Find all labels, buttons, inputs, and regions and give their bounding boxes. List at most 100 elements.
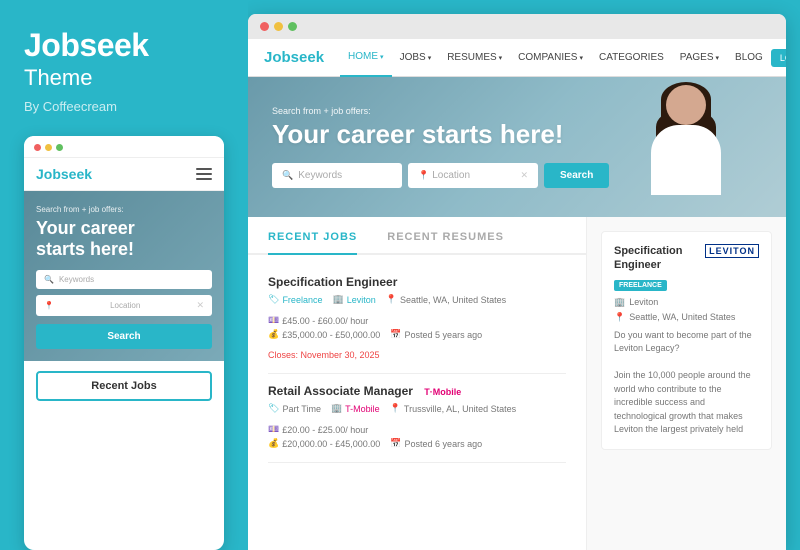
job-2-posted: 📅 Posted 6 years ago [390,438,482,449]
leviton-logo-text: LEVITON [705,244,759,258]
job-2-meta-row-1: 🏷 Part Time 🏢 T-Mobile 📍 Trussville, AL,… [268,403,566,435]
job-posted-icon: 📅 [390,329,401,340]
brand-subtitle: Theme [24,65,224,91]
mobile-nav: Jobseek [24,158,224,191]
job-company-icon: 🏢 [332,294,343,305]
tab-recent-resumes[interactable]: RECENT RESUMES [387,231,504,253]
hamburger-icon[interactable] [196,168,212,180]
nav-link-companies[interactable]: COMPANIES ▾ [510,39,591,77]
site-hero: Search from + job offers: Your career st… [248,77,786,217]
job-1-meta-row-2: 💰 £35,000.00 - £50,000.00 📅 Posted 5 yea… [268,329,566,360]
mobile-nav-brand: Jobseek [36,166,92,182]
job-location-icon: 📍 [386,294,397,305]
job-badge: FREELANCE [614,280,667,291]
site-main: RECENT JOBS RECENT RESUMES Specification… [248,217,786,550]
mobile-topbar [24,136,224,158]
hero-location-placeholder: Location [432,170,470,181]
job-item-2: Retail Associate Manager T·Mobile 🏷 Part… [268,374,566,463]
hero-subtitle: Search from + job offers: [272,106,609,116]
job-2-location: 📍 Trussville, AL, United States [390,403,516,414]
site-nav-brand: Jobseek [264,49,324,66]
mobile-recent-jobs-button[interactable]: Recent Jobs [36,371,212,401]
job-2-meta-row-2: 💰 £20,000.00 - £45,000.00 📅 Posted 6 yea… [268,438,566,449]
job-1-closes: Closes: November 30, 2025 [268,350,380,360]
mobile-location-icon: 📍 [44,301,54,310]
nav-link-blog[interactable]: BLOG [727,39,771,77]
job-type-icon: 🏷 [268,294,279,305]
mobile-search-button[interactable]: Search [36,324,212,349]
job-2-company: 🏢 T-Mobile [331,403,380,414]
mobile-location-box[interactable]: 📍 Location ✕ [36,295,212,316]
sidebar-company: 🏢 Leviton [614,297,759,308]
mobile-location-cross-icon: ✕ [196,300,204,311]
nav-link-resumes[interactable]: RESUMES ▾ [439,39,510,77]
job-1-salary-range: 💰 £35,000.00 - £50,000.00 [268,329,380,340]
hero-location-input[interactable]: 📍 Location ✕ [408,163,538,188]
job2-company-icon: 🏢 [331,403,342,414]
job-2-salary-range: 💰 £20,000.00 - £45,000.00 [268,438,380,449]
nav-link-jobs[interactable]: JOBS ▾ [392,39,440,77]
job2-location-icon: 📍 [390,403,401,414]
job-1-company: 🏢 Leviton [332,294,375,305]
t-mobile-logo: T·Mobile [424,387,461,397]
mobile-hero-subtitle: Search from + job offers: [36,205,212,214]
browser-content: Jobseek HOME ▾ JOBS ▾ RESUMES ▾ COMPANIE… [248,39,786,550]
job-2-type: 🏷 Part Time [268,403,321,414]
job-item-1: Specification Engineer 🏷 Freelance 🏢 Lev… [268,265,566,374]
hero-woman-image [616,77,756,217]
browser-dot-green [288,22,297,31]
mobile-hero-title: Your career starts here! [36,218,156,259]
job-2-title[interactable]: Retail Associate Manager T·Mobile [268,384,566,398]
browser-window: Jobseek HOME ▾ JOBS ▾ RESUMES ▾ COMPANIE… [248,14,786,550]
job-salary-range-icon: 💰 [268,329,279,340]
job-1-title[interactable]: Specification Engineer [268,275,566,289]
nav-link-home[interactable]: HOME ▾ [340,39,392,77]
sidebar-location-icon: 📍 [614,312,625,323]
jobs-tabs: RECENT JOBS RECENT RESUMES [248,217,586,255]
jobs-section: RECENT JOBS RECENT RESUMES Specification… [248,217,586,550]
mobile-search-icon: 🔍 [44,275,54,284]
tab-recent-jobs[interactable]: RECENT JOBS [268,231,357,255]
hero-content: Search from + job offers: Your career st… [272,106,609,189]
browser-dot-red [260,22,269,31]
hero-location-icon: 📍 [418,170,429,181]
job-2-salary: 💷 £20.00 - £25.00/ hour [268,424,368,435]
hero-location-cross: ✕ [520,170,528,181]
hero-keywords-input[interactable]: 🔍 Keywords [272,163,402,188]
job-1-salary: 💷 £45.00 - £60.00/ hour [268,315,368,326]
browser-topbar [248,14,786,39]
brand-title: Jobseek [24,28,224,63]
leviton-logo: LEVITON [705,244,759,258]
sidebar-location: 📍 Seattle, WA, United States [614,312,759,323]
hero-search-button[interactable]: Search [544,163,609,188]
sidebar-job-card: Specification Engineer LEVITON FREELANCE… [601,231,772,450]
job-1-meta-row-1: 🏷 Freelance 🏢 Leviton 📍 Seattle, WA, Uni… [268,294,566,326]
site-sidebar: Specification Engineer LEVITON FREELANCE… [586,217,786,550]
job-1-posted: 📅 Posted 5 years ago [390,329,482,340]
job2-salary-icon: 💷 [268,424,279,435]
left-panel: Jobseek Theme By Coffeecream Jobseek Sea… [0,0,248,550]
job-1-location: 📍 Seattle, WA, United States [386,294,506,305]
hero-search-row: 🔍 Keywords 📍 Location ✕ Search [272,163,609,188]
browser-dot-yellow [274,22,283,31]
nav-link-pages[interactable]: PAGES ▾ [672,39,727,77]
brand-by: By Coffeecream [24,99,224,114]
mobile-preview-card: Jobseek Search from + job offers: Your c… [24,136,224,550]
dot-yellow [45,144,52,151]
job2-posted-icon: 📅 [390,438,401,449]
hero-keywords-placeholder: Keywords [298,170,342,181]
job2-salary-range-icon: 💰 [268,438,279,449]
mobile-hero: Search from + job offers: Your career st… [24,191,224,360]
job2-type-icon: 🏷 [268,403,279,414]
job-1-type: 🏷 Freelance [268,294,322,305]
sidebar-description: Do you want to become part of the Levito… [614,329,759,437]
login-signup-button[interactable]: LOG IN / SIGN UP [771,49,786,67]
nav-link-categories[interactable]: CATEGORIES [591,39,672,77]
dot-red [34,144,41,151]
mobile-search-box[interactable]: 🔍 Keywords [36,270,212,289]
mobile-location-placeholder: Location [110,301,140,310]
job-salary-icon: 💷 [268,315,279,326]
hero-title: Your career starts here! [272,120,609,150]
job-list: Specification Engineer 🏷 Freelance 🏢 Lev… [248,255,586,473]
hero-search-icon: 🔍 [282,170,293,181]
